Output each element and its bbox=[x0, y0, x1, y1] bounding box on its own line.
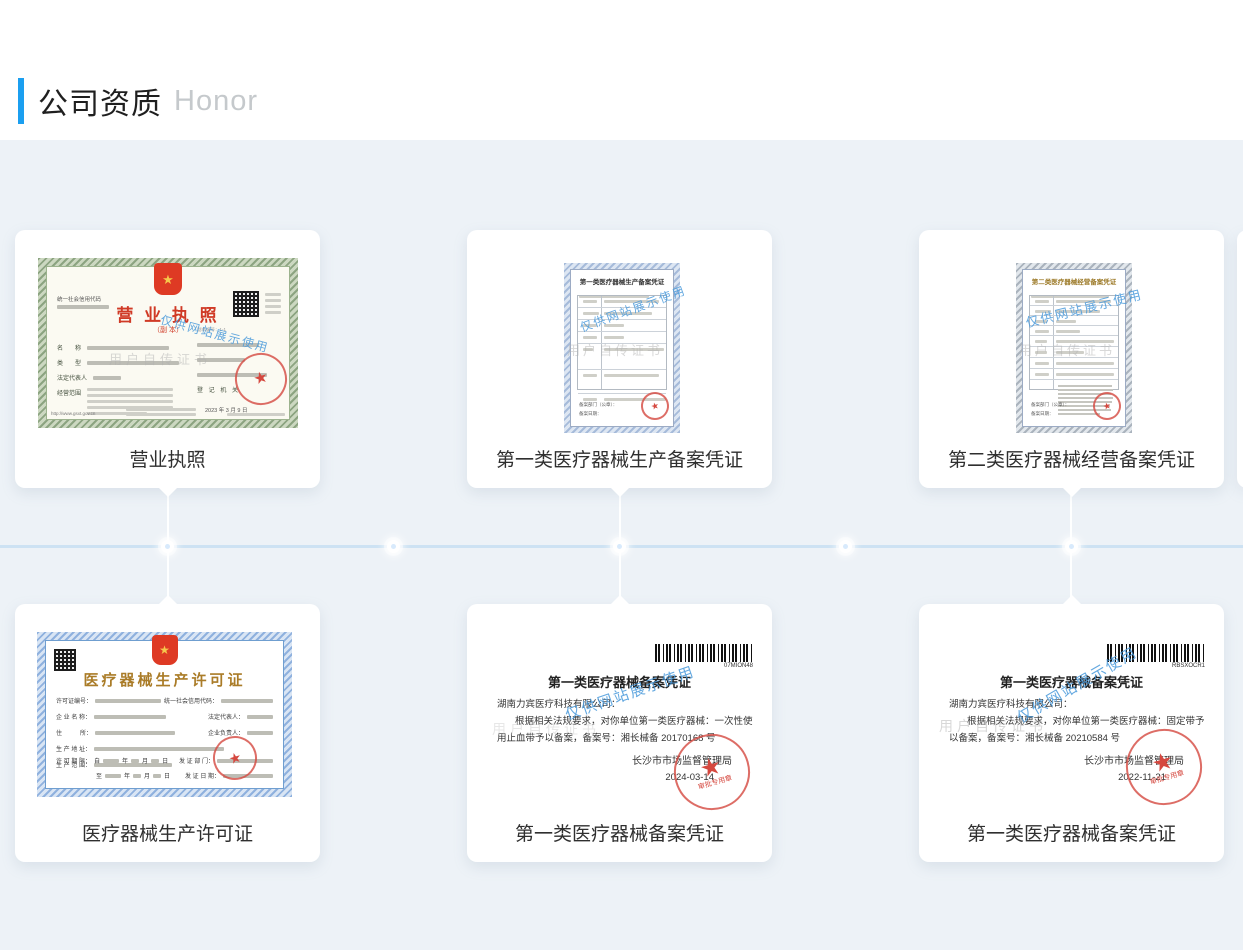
national-emblem-icon: ★ bbox=[152, 635, 178, 665]
record-certificate-paper: 第二类医疗器械经营备案凭证 bbox=[1022, 269, 1126, 427]
license-subtitle: （副 本） bbox=[47, 325, 289, 335]
gsxt-url: http://www.gsxt.gov.cn bbox=[51, 411, 95, 416]
certificate-card-production-license[interactable]: ★ 医疗器械生产许可证 许可证编号： 统一社会信用代码： 企 业 名 称： 法定… bbox=[15, 604, 320, 862]
registry-label: 登 记 机 关 bbox=[197, 385, 240, 394]
certificate-table bbox=[1029, 295, 1119, 390]
barcode-icon bbox=[655, 644, 753, 662]
certificate-card-class1-record-2[interactable]: RBSXOCR1 第一类医疗器械备案凭证 湖南力宾医疗科技有限公司： 根据相关法… bbox=[919, 604, 1224, 862]
barcode-icon bbox=[1107, 644, 1205, 662]
certificate-body-line: 以备案，备案号：湘长械备 20210584 号 bbox=[949, 730, 1120, 744]
card-caption: 第二类医疗器械经营备案凭证 bbox=[919, 445, 1224, 472]
certificate-addressee: 湖南力宾医疗科技有限公司： bbox=[949, 696, 1073, 710]
certificate-addressee: 湖南力宾医疗科技有限公司： bbox=[497, 696, 621, 710]
card-caption: 第一类医疗器械生产备案凭证 bbox=[467, 445, 772, 472]
text-line-placeholder bbox=[87, 361, 179, 365]
qr-code-icon bbox=[54, 649, 76, 671]
card-caption: 营业执照 bbox=[15, 445, 320, 472]
business-license-image: ★ 统一社会信用代码 营 业 执 照 （副 本） 副本编号：1-1 名 称 类 … bbox=[38, 258, 298, 428]
certificate-card-class1-production-record[interactable]: 第一类医疗器械生产备案凭证 备案部门（公章）： 备案日期 bbox=[467, 230, 772, 488]
card-tail bbox=[611, 595, 629, 604]
text-line-placeholder bbox=[93, 376, 121, 380]
timeline-node bbox=[387, 540, 400, 553]
certificate-body-line: 根据相关法规要求，对你单位第一类医疗器械：固定带予 bbox=[967, 713, 1205, 727]
barcode-text: 07MION48 bbox=[655, 663, 753, 669]
qr-side-notes bbox=[265, 293, 281, 314]
barcode-text: RBSXOCR1 bbox=[1107, 663, 1205, 669]
license-footnotes: http://www.gsxt.gov.cn bbox=[51, 408, 285, 416]
card-tail bbox=[1063, 595, 1081, 604]
field-name-label: 名 称 bbox=[57, 343, 81, 352]
heading-accent-bar bbox=[18, 78, 24, 124]
record-certificate-image: 第一类医疗器械生产备案凭证 备案部门（公章）： 备案日期 bbox=[564, 263, 680, 433]
page-title: 公司资质 bbox=[38, 79, 162, 123]
certificate-body-line: 根据相关法规要求，对你单位第一类医疗器械：一次性使 bbox=[515, 713, 753, 727]
certificate-body-line: 用止血带予以备案，备案号：湘长械备 20170168 号 bbox=[497, 730, 716, 744]
production-license-image: ★ 医疗器械生产许可证 许可证编号： 统一社会信用代码： 企 业 名 称： 法定… bbox=[37, 632, 292, 797]
field-legal-label: 法定代表人 bbox=[57, 373, 87, 382]
license-title: 医疗器械生产许可证 bbox=[46, 669, 283, 690]
certificate-table bbox=[577, 295, 667, 390]
business-license-paper: ★ 统一社会信用代码 营 业 执 照 （副 本） 副本编号：1-1 名 称 类 … bbox=[46, 266, 290, 420]
card-caption: 第一类医疗器械备案凭证 bbox=[467, 819, 772, 846]
next-card-partial[interactable] bbox=[1237, 230, 1243, 488]
card-tail bbox=[1063, 488, 1081, 497]
timeline-node bbox=[839, 540, 852, 553]
certificate-card-class2-operation-record[interactable]: 第二类医疗器械经营备案凭证 bbox=[919, 230, 1224, 488]
certificate-title: 第二类医疗器械经营备案凭证 bbox=[1023, 276, 1125, 286]
certificate-footer: 备案部门（公章）： 备案日期： bbox=[1031, 400, 1069, 418]
section-heading: 公司资质 Honor bbox=[18, 78, 258, 124]
field-type-label: 类 型 bbox=[57, 358, 81, 367]
record-certificate-image: 第二类医疗器械经营备案凭证 bbox=[1016, 263, 1132, 433]
card-tail bbox=[159, 595, 177, 604]
official-seal-icon: ★ 审批专用章 bbox=[1117, 720, 1211, 814]
certificate-title: 第一类医疗器械备案凭证 bbox=[919, 672, 1224, 691]
card-tail bbox=[611, 488, 629, 497]
text-line-placeholder bbox=[87, 346, 169, 350]
footer-dept-label: 备案部门（公章）： bbox=[579, 402, 617, 407]
footer-date-label: 备案日期： bbox=[1031, 411, 1054, 416]
honor-section: ★ 统一社会信用代码 营 业 执 照 （副 本） 副本编号：1-1 名 称 类 … bbox=[0, 140, 1243, 950]
record-certificate-paper: 第一类医疗器械生产备案凭证 备案部门（公章）： 备案日期 bbox=[570, 269, 674, 427]
card-tail bbox=[159, 488, 177, 497]
text-line-placeholder bbox=[197, 343, 259, 347]
card-caption: 医疗器械生产许可证 bbox=[15, 819, 320, 846]
honor-page: 公司资质 Honor ★ 统一社会信用代码 营 业 执 照 （ bbox=[0, 0, 1243, 950]
timeline-node bbox=[613, 540, 626, 553]
timeline-node bbox=[1065, 540, 1078, 553]
certificate-title: 第一类医疗器械备案凭证 bbox=[467, 672, 772, 691]
certificate-footer: 备案部门（公章）： 备案日期： bbox=[579, 400, 617, 418]
certificate-title: 第一类医疗器械生产备案凭证 bbox=[571, 276, 673, 286]
official-seal-icon: ★ bbox=[229, 347, 293, 411]
page-title-en: Honor bbox=[174, 85, 258, 118]
certificate-card-class1-record-1[interactable]: 07MION48 第一类医疗器械备案凭证 湖南力宾医疗科技有限公司： 根据相关法… bbox=[467, 604, 772, 862]
timeline-node bbox=[161, 540, 174, 553]
license-serial: 副本编号：1-1 bbox=[197, 327, 226, 333]
footer-dept-label: 备案部门（公章）： bbox=[1031, 402, 1069, 407]
text-line-placeholder bbox=[197, 358, 245, 362]
qr-code-icon bbox=[233, 291, 259, 317]
production-license-paper: ★ 医疗器械生产许可证 许可证编号： 统一社会信用代码： 企 业 名 称： 法定… bbox=[45, 640, 284, 789]
card-caption: 第一类医疗器械备案凭证 bbox=[919, 819, 1224, 846]
national-emblem-icon: ★ bbox=[154, 263, 182, 295]
field-scope-label: 经营范围 bbox=[57, 388, 81, 397]
certificate-card-business-license[interactable]: ★ 统一社会信用代码 营 业 执 照 （副 本） 副本编号：1-1 名 称 类 … bbox=[15, 230, 320, 488]
footer-date-label: 备案日期： bbox=[579, 411, 602, 416]
